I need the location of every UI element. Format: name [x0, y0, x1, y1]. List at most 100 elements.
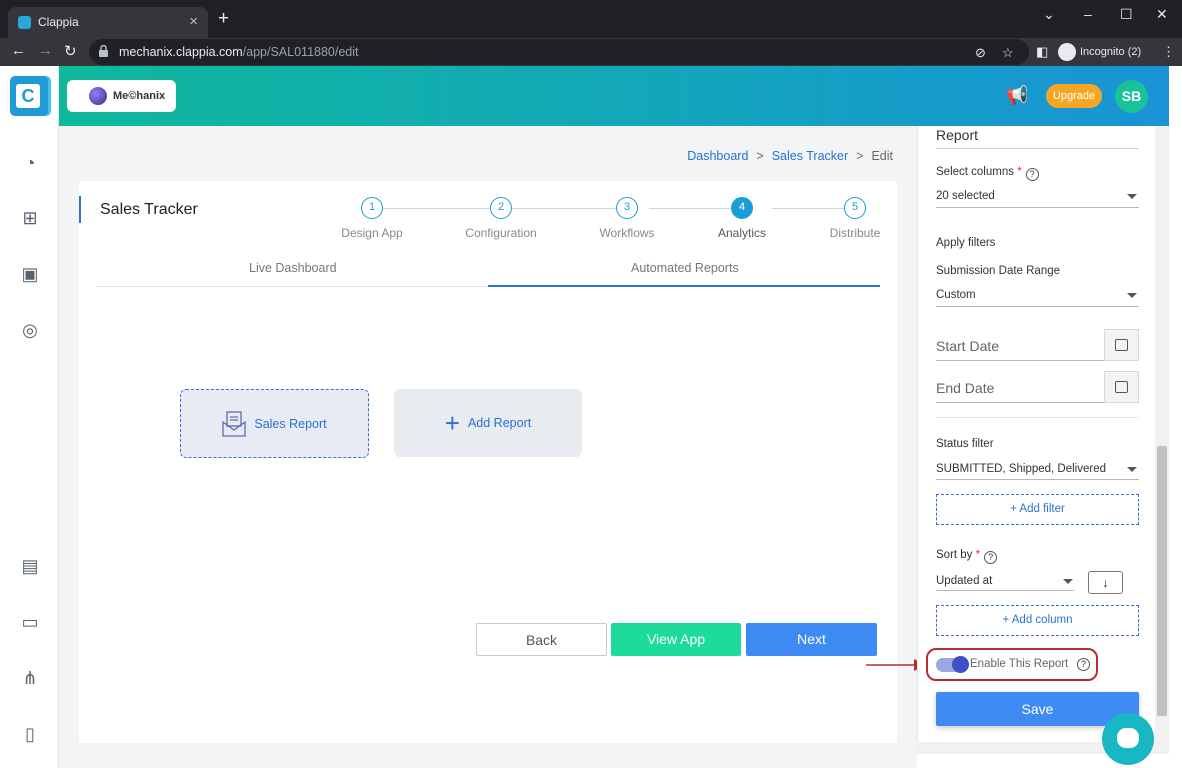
step-distribute[interactable]: 5 Distribute	[805, 197, 905, 240]
star-icon[interactable]: ☆	[1002, 45, 1014, 61]
sort-by-label: Sort by *?	[936, 549, 998, 564]
add-report-card[interactable]: + Add Report	[394, 389, 582, 457]
step-configuration[interactable]: 2 Configuration	[451, 197, 551, 240]
apply-filters-label: Apply filters	[936, 237, 996, 249]
step-label: Design App	[341, 226, 403, 240]
eye-off-icon[interactable]: ⊘	[975, 45, 986, 61]
back-arrow-icon[interactable]: ←	[11, 42, 26, 59]
dropdown-underline	[936, 590, 1074, 591]
workspace-logo-icon	[89, 87, 107, 105]
view-app-button[interactable]: View App	[611, 623, 741, 656]
add-filter-button[interactable]: + Add filter	[936, 494, 1139, 525]
email-report-icon	[222, 410, 247, 437]
select-columns-dropdown[interactable]: 20 selected	[936, 190, 995, 202]
step-analytics[interactable]: 4 Analytics	[692, 197, 792, 240]
enable-report-toggle[interactable]	[936, 656, 969, 673]
breadcrumb-dashboard[interactable]: Dashboard	[687, 149, 748, 163]
speedometer-icon[interactable]: ◔	[19, 152, 41, 174]
caret-down-icon[interactable]	[1127, 467, 1137, 472]
date-range-dropdown[interactable]: Custom	[936, 289, 976, 301]
hierarchy-icon[interactable]: ⋔	[19, 667, 41, 689]
chat-icon[interactable]: ▤	[19, 555, 41, 577]
step-design-app[interactable]: 1 Design App	[322, 197, 422, 240]
new-tab-icon[interactable]: +	[218, 9, 229, 28]
sales-report-label: Sales Report	[254, 416, 327, 431]
caret-down-icon[interactable]	[1063, 579, 1073, 584]
group-icon[interactable]: ◎	[19, 319, 41, 341]
help-icon[interactable]: ?	[984, 551, 998, 564]
address-bar[interactable]: mechanix.clappia.com/app/SAL011880/edit …	[89, 39, 1029, 65]
vertical-scrollbar[interactable]	[1155, 126, 1169, 742]
back-button[interactable]: Back	[476, 623, 607, 656]
breadcrumb-sales-tracker[interactable]: Sales Tracker	[772, 149, 848, 163]
start-date-input[interactable]: Start Date	[936, 338, 999, 354]
caret-down-icon[interactable]	[1127, 194, 1137, 199]
window-close-icon[interactable]: ✕	[1156, 6, 1168, 23]
breadcrumb: Dashboard > Sales Tracker > Edit	[687, 149, 893, 163]
step-label: Workflows	[599, 226, 655, 240]
date-range-label: Submission Date Range	[936, 265, 1061, 277]
side-panel-icon[interactable]: ◧	[1036, 44, 1048, 60]
avatar[interactable]: SB	[1115, 80, 1148, 113]
maximize-icon[interactable]: ☐	[1120, 6, 1133, 23]
step-number: 2	[490, 197, 512, 219]
tab-live-dashboard[interactable]: Live Dashboard	[249, 261, 337, 275]
report-settings-panel: Report Select columns *? 20 selected App…	[917, 126, 1169, 742]
input-underline	[936, 402, 1104, 403]
title-accent-bar	[79, 196, 81, 223]
chat-support-button[interactable]	[1102, 713, 1154, 765]
caret-down-icon[interactable]	[1127, 293, 1137, 298]
end-date-input[interactable]: End Date	[936, 380, 994, 396]
divider	[936, 148, 1139, 149]
scroll-thumb[interactable]	[1157, 446, 1167, 716]
next-button[interactable]: Next	[746, 623, 877, 656]
enable-report-label: Enable This Report	[970, 658, 1069, 670]
step-workflows[interactable]: 3 Workflows	[577, 197, 677, 240]
chat-bubble-icon	[1117, 728, 1139, 748]
upgrade-button[interactable]: Upgrade	[1046, 84, 1102, 108]
dropdown-underline	[936, 306, 1139, 307]
step-label: Analytics	[717, 226, 767, 240]
sales-report-card[interactable]: Sales Report	[180, 389, 369, 458]
breadcrumb-separator: >	[856, 149, 864, 163]
sort-direction-button[interactable]: ↓	[1088, 571, 1123, 594]
tab-automated-reports[interactable]: Automated Reports	[631, 261, 739, 275]
incognito-label: Incognito (2)	[1080, 46, 1142, 58]
workspace-button[interactable]: Me©hanix	[67, 80, 176, 112]
analytics-subtabs: Live Dashboard Automated Reports	[96, 254, 880, 287]
app-header: Me©hanix 📢 Upgrade SB	[59, 66, 1169, 126]
tab-search-chevron-icon[interactable]: ⌄	[1043, 6, 1055, 23]
sort-by-dropdown[interactable]: Updated at	[936, 575, 992, 587]
bag-icon[interactable]: ▣	[19, 263, 41, 285]
add-column-button[interactable]: + Add column	[936, 605, 1139, 636]
incognito-indicator[interactable]: Incognito (2)	[1058, 41, 1141, 63]
start-date-calendar-button[interactable]	[1104, 329, 1139, 361]
calendar-icon	[1115, 339, 1128, 351]
browser-toolbar: ← → ↻ mechanix.clappia.com/app/SAL011880…	[0, 38, 1182, 66]
reload-icon[interactable]: ↻	[64, 42, 77, 60]
url-text: mechanix.clappia.com/app/SAL011880/edit	[119, 45, 359, 59]
step-number: 3	[616, 197, 638, 219]
clappia-logo[interactable]: C	[10, 76, 48, 116]
main-area: Dashboard > Sales Tracker > Edit Sales T…	[59, 126, 917, 768]
breadcrumb-edit: Edit	[871, 149, 893, 163]
help-icon[interactable]: ?	[1025, 168, 1039, 181]
lock-icon	[99, 45, 108, 57]
step-label: Configuration	[465, 226, 537, 240]
status-filter-dropdown[interactable]: SUBMITTED, Shipped, Delivered	[936, 463, 1106, 475]
select-columns-label: Select columns *?	[936, 166, 1039, 181]
incognito-icon	[1058, 43, 1076, 61]
minimize-icon[interactable]: –	[1084, 6, 1092, 22]
add-report-label: Add Report	[467, 416, 532, 430]
megaphone-icon[interactable]: 📢	[1006, 85, 1028, 106]
forward-arrow-icon[interactable]: →	[38, 42, 53, 59]
add-app-icon[interactable]: ⊞	[19, 207, 41, 229]
laptop-user-icon[interactable]: ▭	[19, 611, 41, 633]
help-book-icon[interactable]: ▯	[19, 723, 41, 745]
tab-close-icon[interactable]: ×	[189, 13, 198, 30]
end-date-calendar-button[interactable]	[1104, 371, 1139, 403]
browser-tab[interactable]: Clappia ×	[8, 7, 208, 38]
calendar-icon	[1115, 381, 1128, 393]
menu-dots-icon[interactable]: ⋮	[1162, 44, 1175, 60]
help-icon[interactable]: ?	[1077, 658, 1090, 671]
